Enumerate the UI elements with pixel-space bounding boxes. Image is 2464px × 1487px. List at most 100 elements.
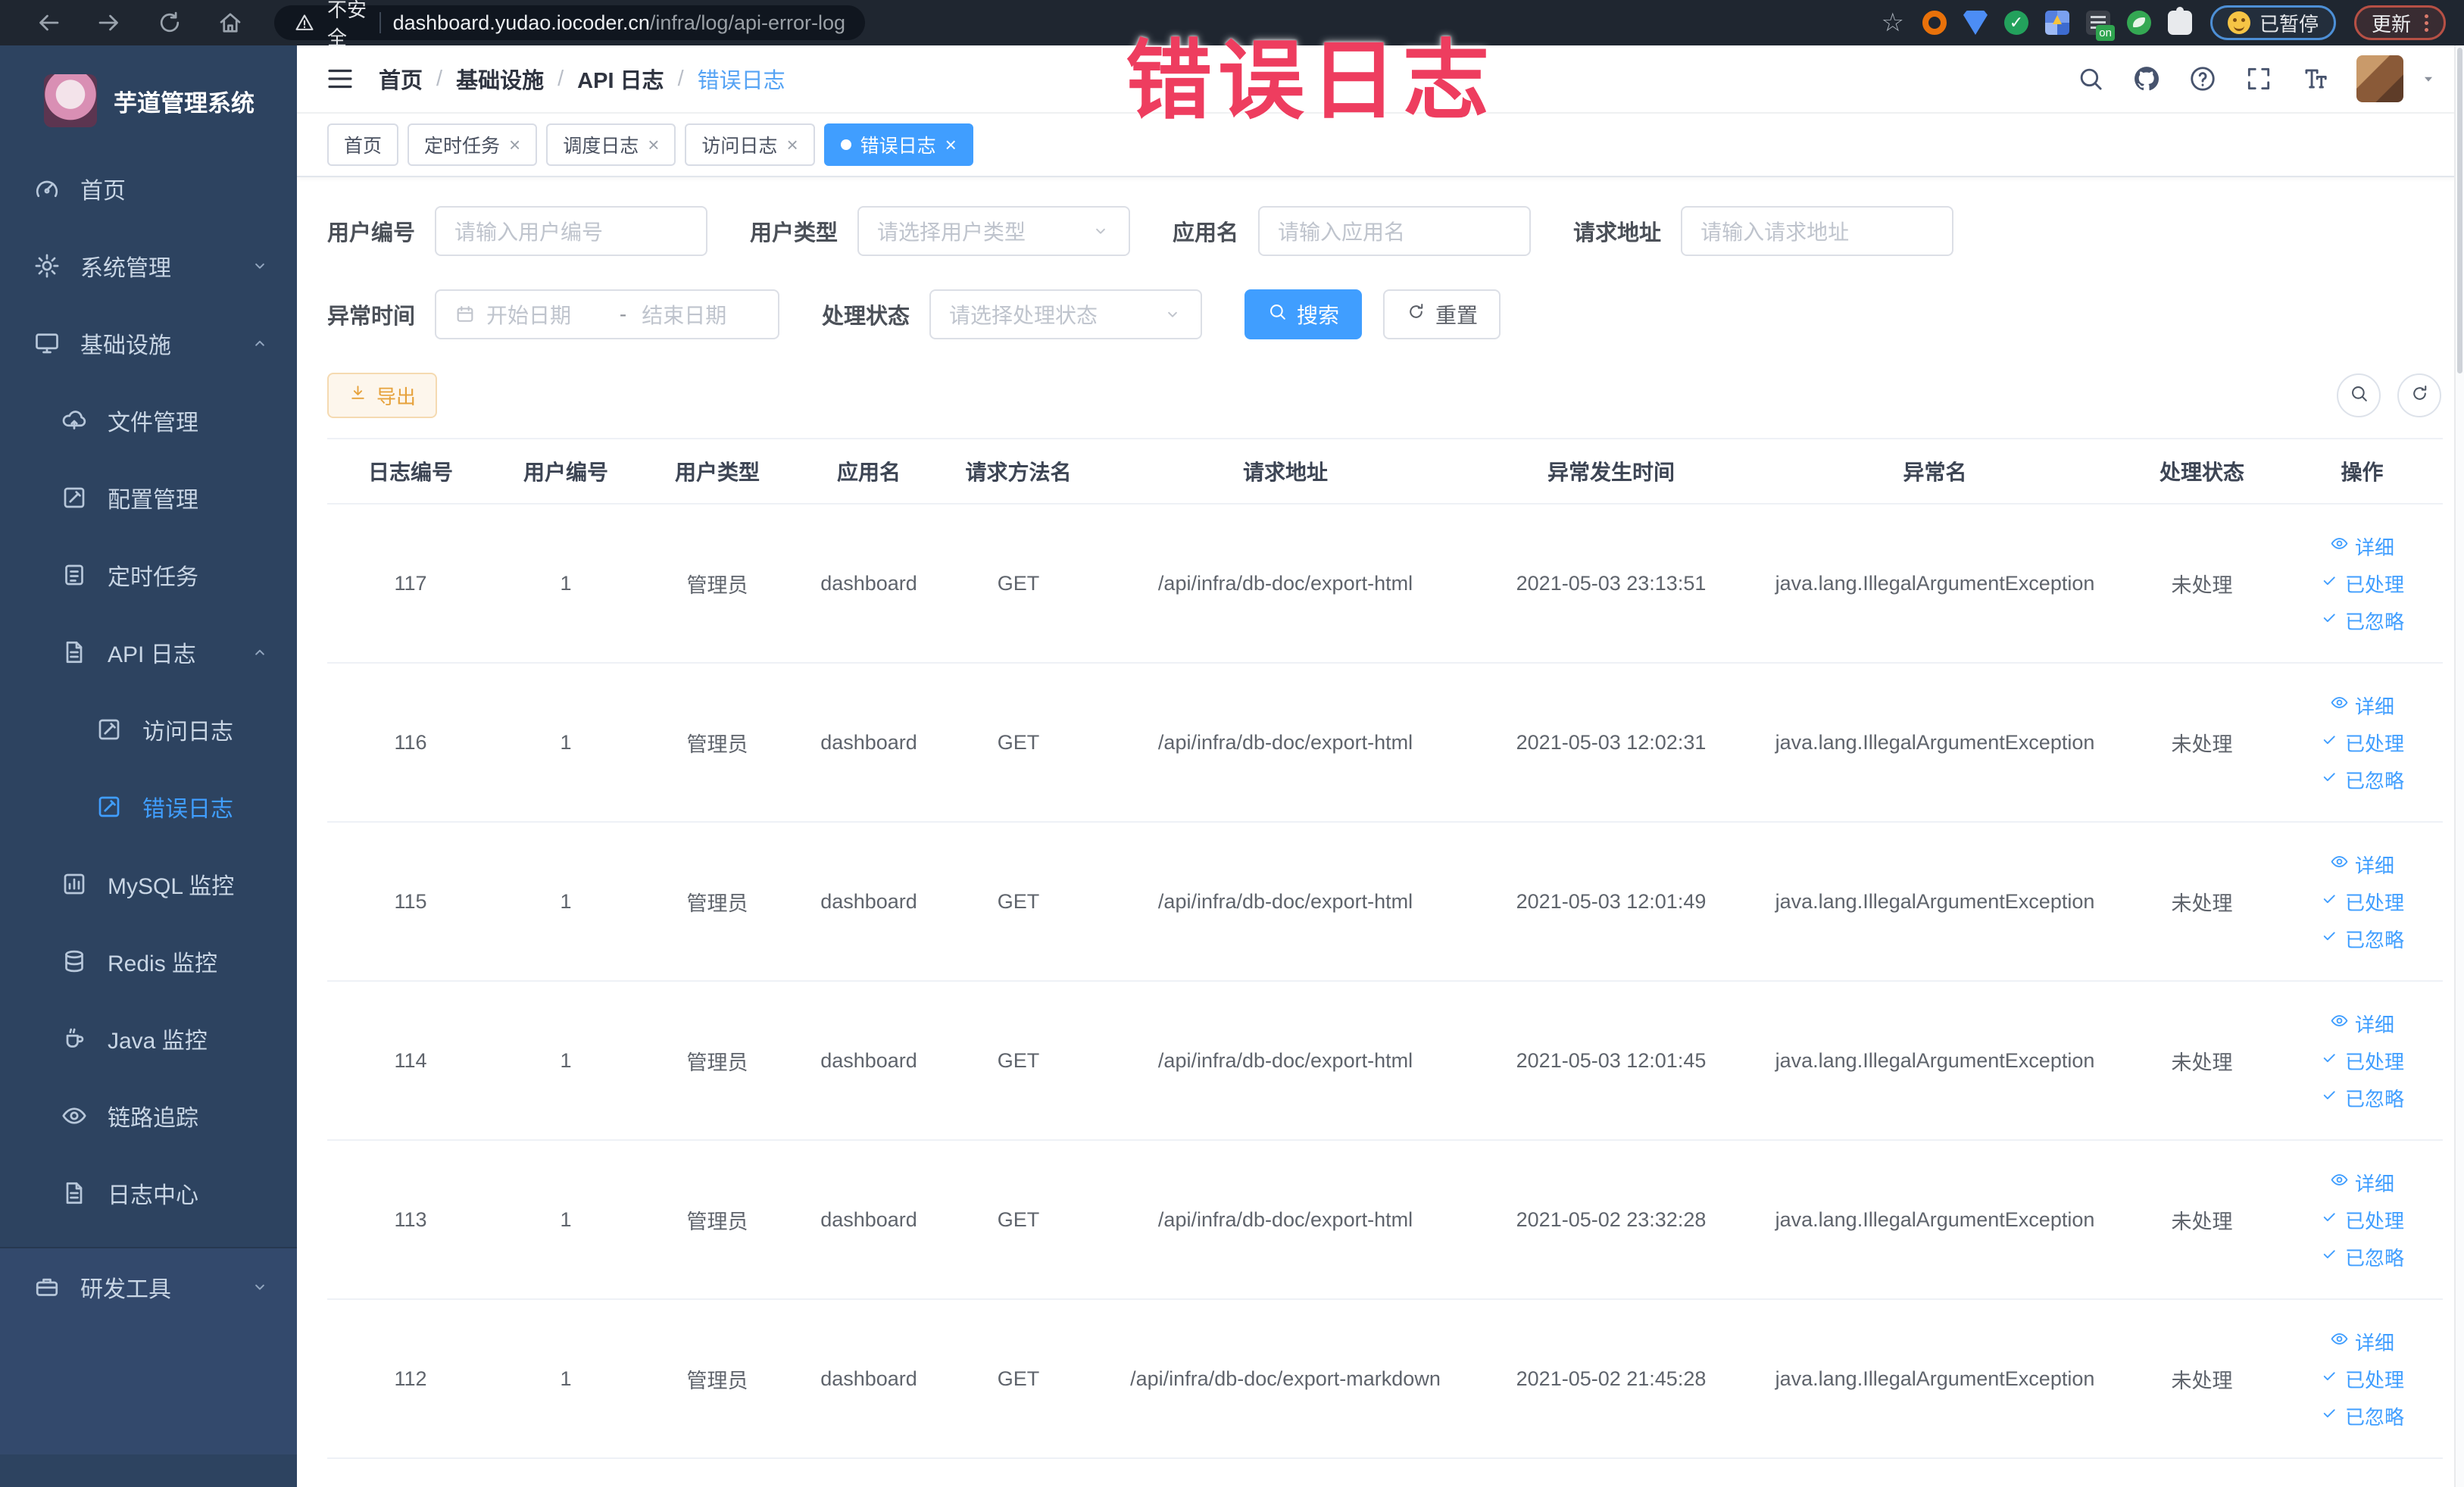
app-name-input[interactable]: 请输入应用名 xyxy=(1258,206,1532,256)
reset-button[interactable]: 重置 xyxy=(1383,289,1501,339)
sidebar-collapse-icon[interactable] xyxy=(324,63,356,95)
extension-puzzle-icon[interactable] xyxy=(2167,7,2192,35)
header-actions xyxy=(2076,55,2437,102)
action-已忽略[interactable]: 已忽略 xyxy=(2281,607,2443,635)
action-详细[interactable]: 详细 xyxy=(2281,1010,2443,1038)
chevron-up-icon xyxy=(250,642,270,662)
column-header-异常发生时间: 异常发生时间 xyxy=(1475,438,1747,505)
app-title: 芋道管理系统 xyxy=(114,89,255,117)
process-status-select[interactable]: 请选择处理状态 xyxy=(929,289,1203,339)
cell-user_id: 1 xyxy=(494,981,638,1141)
breadcrumb-separator: / xyxy=(436,66,443,91)
cell-app: dashboard xyxy=(797,1140,941,1300)
action-详细[interactable]: 详细 xyxy=(2281,1169,2443,1197)
tab-错误日志[interactable]: 错误日志 × xyxy=(823,123,973,166)
filter-app-name: 应用名 请输入应用名 xyxy=(1173,206,1532,256)
close-icon[interactable]: × xyxy=(648,135,659,155)
document-icon xyxy=(61,639,88,666)
sidebar-item-首页[interactable]: 首页 xyxy=(0,150,297,227)
fullscreen-icon[interactable] xyxy=(2244,64,2273,93)
action-详细[interactable]: 详细 xyxy=(2281,1328,2443,1356)
extension-grid-icon[interactable] xyxy=(2044,11,2069,35)
tab-调度日志[interactable]: 调度日志 × xyxy=(546,123,676,166)
cell-method: GET xyxy=(941,822,1096,982)
sidebar-item-日志中心[interactable]: 日志中心 xyxy=(0,1154,297,1232)
action-已忽略[interactable]: 已忽略 xyxy=(2281,925,2443,953)
action-已忽略[interactable]: 已忽略 xyxy=(2281,1402,2443,1430)
breadcrumb-item[interactable]: API 日志 xyxy=(577,63,664,95)
sidebar-item-系统管理[interactable]: 系统管理 xyxy=(0,227,297,305)
breadcrumb-item[interactable]: 基础设施 xyxy=(456,63,544,95)
sidebar-item-Redis 监控[interactable]: Redis 监控 xyxy=(0,923,297,1000)
avatar[interactable] xyxy=(2356,55,2403,102)
cell-exception: java.lang.IllegalArgumentException xyxy=(1747,1299,2122,1459)
sidebar-item-基础设施[interactable]: 基础设施 xyxy=(0,305,297,382)
action-已忽略[interactable]: 已忽略 xyxy=(2281,1084,2443,1112)
extension-leaf-icon[interactable] xyxy=(2126,11,2151,35)
extension-orange-icon[interactable] xyxy=(1922,11,1947,35)
action-详细[interactable]: 详细 xyxy=(2281,692,2443,720)
sidebar-item-文件管理[interactable]: 文件管理 xyxy=(0,382,297,459)
sidebar-item-链路追踪[interactable]: 链路追踪 xyxy=(0,1077,297,1154)
sidebar-item-Java 监控[interactable]: Java 监控 xyxy=(0,1000,297,1077)
profile-paused-pill[interactable]: 已暂停 xyxy=(2209,5,2336,40)
browser-forward-icon[interactable] xyxy=(95,9,123,36)
browser-menu-icon[interactable] xyxy=(2425,14,2428,32)
action-详细[interactable]: 详细 xyxy=(2281,851,2443,879)
app-logo-row[interactable]: 芋道管理系统 xyxy=(0,45,297,150)
avatar-caret-icon[interactable] xyxy=(2420,70,2437,87)
breadcrumb-item[interactable]: 首页 xyxy=(379,63,423,95)
bookmark-star-icon[interactable]: ☆ xyxy=(1881,10,1903,36)
header-search-icon[interactable] xyxy=(2076,64,2105,93)
close-icon[interactable]: × xyxy=(786,135,798,155)
action-已处理[interactable]: 已处理 xyxy=(2281,888,2443,916)
download-icon xyxy=(348,383,367,408)
user-type-select[interactable]: 请选择用户类型 xyxy=(857,206,1131,256)
action-已处理[interactable]: 已处理 xyxy=(2281,729,2443,757)
address-bar[interactable]: 不安全 dashboard.yudao.iocoder.cn/infra/log… xyxy=(274,0,865,49)
action-已处理[interactable]: 已处理 xyxy=(2281,570,2443,598)
extension-on-badge-icon[interactable] xyxy=(2085,11,2115,41)
export-button[interactable]: 导出 xyxy=(327,373,438,418)
search-button[interactable]: 搜索 xyxy=(1244,289,1363,339)
extension-location-icon[interactable] xyxy=(1963,11,1988,35)
chrome-update-button[interactable]: 更新 xyxy=(2353,5,2446,40)
sidebar-item-label: 链路追踪 xyxy=(108,1106,198,1131)
date-range-input[interactable]: 开始日期 - 结束日期 xyxy=(435,289,780,339)
request-url-input[interactable]: 请输入请求地址 xyxy=(1681,206,1954,256)
user-id-input[interactable]: 请输入用户编号 xyxy=(435,206,708,256)
sidebar-item-错误日志[interactable]: 错误日志 xyxy=(0,768,297,845)
cell-method: GET xyxy=(941,981,1096,1141)
action-已处理[interactable]: 已处理 xyxy=(2281,1206,2443,1234)
sidebar-item-配置管理[interactable]: 配置管理 xyxy=(0,459,297,536)
browser-reload-icon[interactable] xyxy=(156,9,183,36)
sidebar-item-MySQL 监控[interactable]: MySQL 监控 xyxy=(0,845,297,923)
extension-green-check-icon[interactable] xyxy=(2003,11,2028,35)
sidebar-item-研发工具[interactable]: 研发工具 xyxy=(0,1248,297,1326)
browser-back-icon[interactable] xyxy=(35,9,62,36)
browser-home-icon[interactable] xyxy=(217,9,244,36)
action-已忽略[interactable]: 已忽略 xyxy=(2281,766,2443,794)
github-icon[interactable] xyxy=(2132,64,2161,93)
page-scrollbar[interactable] xyxy=(2454,45,2464,1487)
sidebar-item-访问日志[interactable]: 访问日志 xyxy=(0,691,297,768)
action-已忽略[interactable]: 已忽略 xyxy=(2281,1243,2443,1271)
tab-访问日志[interactable]: 访问日志 × xyxy=(685,123,815,166)
close-icon[interactable]: × xyxy=(509,135,520,155)
table-row: 117 1 管理员 dashboard GET/api/infra/db-doc/exp… xyxy=(327,504,2443,664)
toggle-search-button[interactable] xyxy=(2337,373,2381,417)
sidebar-bottom-section: 研发工具 xyxy=(0,1247,297,1454)
action-详细[interactable]: 详细 xyxy=(2281,533,2443,561)
refresh-table-button[interactable] xyxy=(2397,373,2441,417)
close-icon[interactable]: × xyxy=(945,135,957,155)
tab-定时任务[interactable]: 定时任务 × xyxy=(408,123,538,166)
help-icon[interactable] xyxy=(2188,64,2217,93)
action-已处理[interactable]: 已处理 xyxy=(2281,1365,2443,1393)
check-icon xyxy=(2320,1086,2339,1110)
sidebar-item-定时任务[interactable]: 定时任务 xyxy=(0,536,297,614)
scrollbar-thumb[interactable] xyxy=(2457,48,2462,373)
action-已处理[interactable]: 已处理 xyxy=(2281,1047,2443,1075)
sidebar-item-API 日志[interactable]: API 日志 xyxy=(0,614,297,691)
tab-首页[interactable]: 首页 xyxy=(327,123,399,166)
font-size-icon[interactable] xyxy=(2300,64,2329,93)
